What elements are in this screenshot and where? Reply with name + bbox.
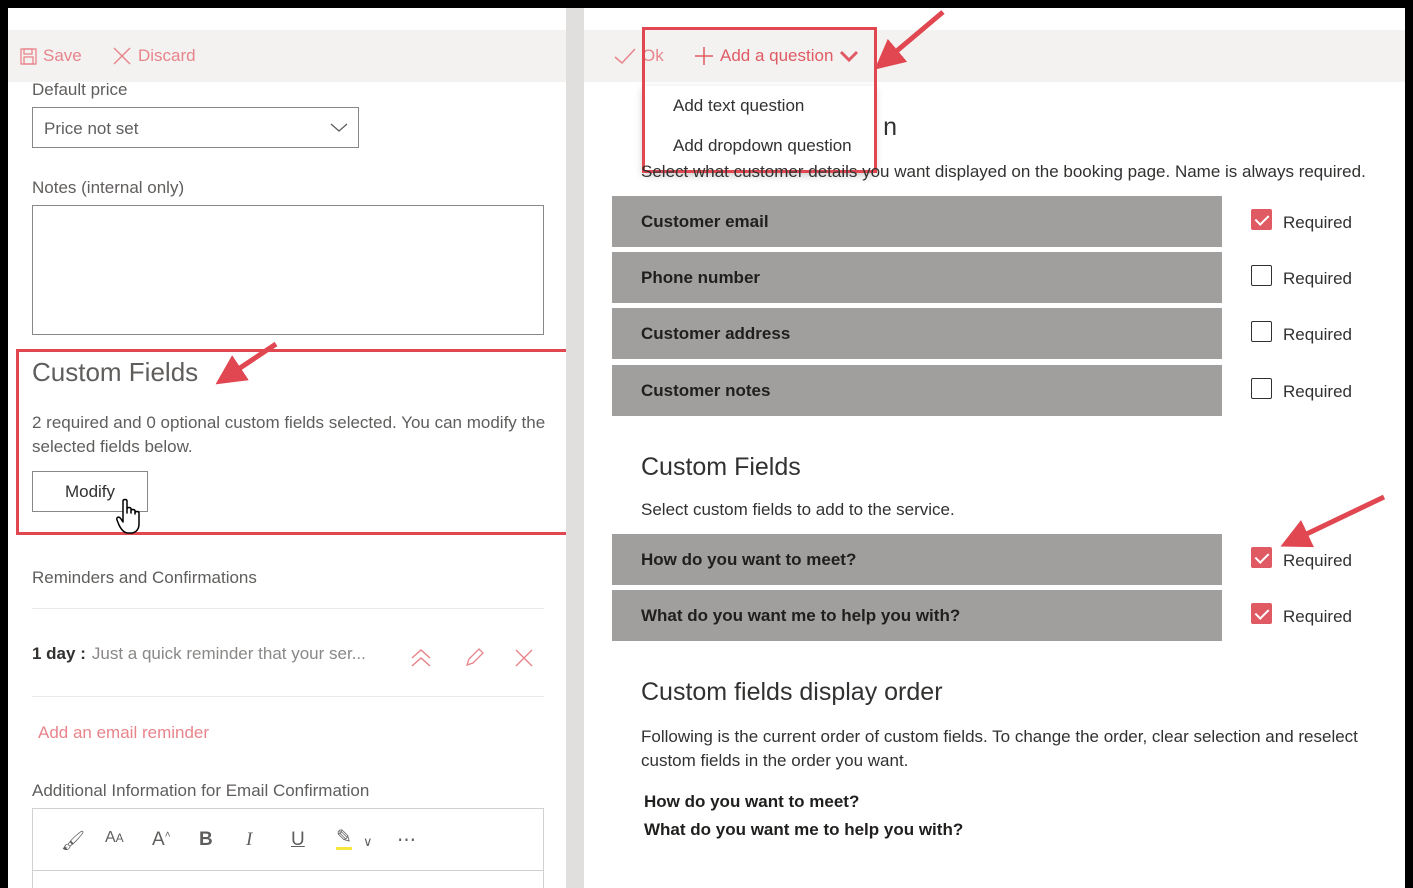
font-size-icon[interactable]: AA [105, 829, 124, 847]
highlight-icon[interactable]: ✎ [336, 828, 352, 850]
customer-info-title-tail: n [883, 113, 897, 141]
custom-fields-pane: Ok Add a question Cn Add text question A… [584, 8, 1405, 888]
required-checkbox[interactable] [1251, 378, 1272, 399]
save-label: Save [43, 46, 82, 65]
custom-field-row-help: What do you want me to help you with? [612, 590, 1222, 641]
display-order-item: How do you want to meet? [644, 792, 860, 811]
discard-label: Discard [138, 46, 196, 65]
save-icon [20, 47, 37, 65]
display-order-description: Following is the current order of custom… [641, 727, 1358, 770]
custom-fields-section-title: Custom Fields [641, 453, 801, 481]
move-up-icon[interactable] [410, 648, 432, 668]
divider [32, 696, 544, 697]
save-button[interactable]: Save [20, 46, 82, 66]
required-label: Required [1283, 269, 1352, 288]
checkmark-icon [614, 48, 636, 65]
display-order-title: Custom fields display order [641, 678, 943, 706]
reminders-heading: Reminders and Confirmations [32, 568, 257, 587]
field-name: What do you want me to help you with? [641, 606, 961, 625]
display-order-item: What do you want me to help you with? [644, 820, 964, 839]
more-options-icon[interactable]: ⋯ [397, 829, 416, 852]
reminder-item: 1 day : Just a quick reminder that your … [32, 644, 366, 664]
required-checkbox[interactable] [1251, 209, 1272, 230]
field-name: Customer email [641, 212, 769, 231]
custom-fields-title: Custom Fields [32, 357, 199, 387]
email-info-editor[interactable]: 🖌 AA A˄ B I U ✎ ∨ ⋯ [32, 808, 544, 888]
pane-divider [566, 8, 584, 888]
field-name: How do you want to meet? [641, 550, 857, 569]
editor-toolbar: 🖌 AA A˄ B I U ✎ ∨ ⋯ [33, 809, 543, 871]
default-price-value: Price not set [44, 119, 139, 138]
app-frame: Save Discard Default price Price not set… [8, 8, 1405, 888]
default-price-select[interactable]: Price not set [32, 107, 359, 148]
customer-info-description: Select what customer details you want di… [641, 162, 1366, 181]
custom-fields-description: 2 required and 0 optional custom fields … [32, 413, 546, 456]
close-icon [113, 47, 131, 65]
required-label: Required [1283, 213, 1352, 232]
notes-textarea[interactable] [32, 205, 544, 335]
underline-icon[interactable]: U [291, 829, 305, 851]
required-checkbox[interactable] [1251, 547, 1272, 568]
field-name: Customer notes [641, 381, 771, 400]
field-row-phone-number: Phone number [612, 252, 1222, 303]
annotation-box-add-question [642, 27, 877, 173]
field-row-customer-notes: Customer notes [612, 365, 1222, 416]
default-price-label: Default price [32, 80, 128, 99]
italic-icon[interactable]: I [246, 829, 252, 851]
reminder-text: Just a quick reminder that your ser... [91, 644, 366, 663]
required-label: Required [1283, 607, 1352, 626]
field-row-customer-email: Customer email [612, 196, 1222, 247]
chevron-down-icon[interactable]: ∨ [363, 834, 373, 850]
chevron-down-icon [330, 123, 348, 132]
format-painter-icon[interactable]: 🖌 [61, 829, 85, 853]
left-toolbar [8, 30, 566, 82]
add-email-reminder-link[interactable]: Add an email reminder [38, 723, 209, 743]
required-label: Required [1283, 382, 1352, 401]
custom-fields-section-description: Select custom fields to add to the servi… [641, 500, 955, 519]
notes-label: Notes (internal only) [32, 178, 185, 197]
reminder-when: 1 day : [32, 644, 86, 663]
divider [32, 608, 544, 609]
required-label: Required [1283, 325, 1352, 344]
discard-button[interactable]: Discard [112, 46, 196, 66]
field-name: Customer address [641, 324, 791, 343]
field-row-customer-address: Customer address [612, 308, 1222, 359]
required-label: Required [1283, 551, 1352, 570]
edit-icon[interactable] [464, 648, 484, 668]
required-checkbox[interactable] [1251, 603, 1272, 624]
delete-icon[interactable] [514, 648, 534, 668]
required-checkbox[interactable] [1251, 321, 1272, 342]
bold-icon[interactable]: B [199, 829, 213, 851]
hand-cursor-icon [116, 498, 140, 534]
field-name: Phone number [641, 268, 761, 287]
service-details-pane: Save Discard Default price Price not set… [8, 8, 571, 888]
email-info-label: Additional Information for Email Confirm… [32, 781, 370, 800]
custom-field-row-meet: How do you want to meet? [612, 534, 1222, 585]
required-checkbox[interactable] [1251, 265, 1272, 286]
grow-font-icon[interactable]: A˄ [152, 829, 171, 851]
